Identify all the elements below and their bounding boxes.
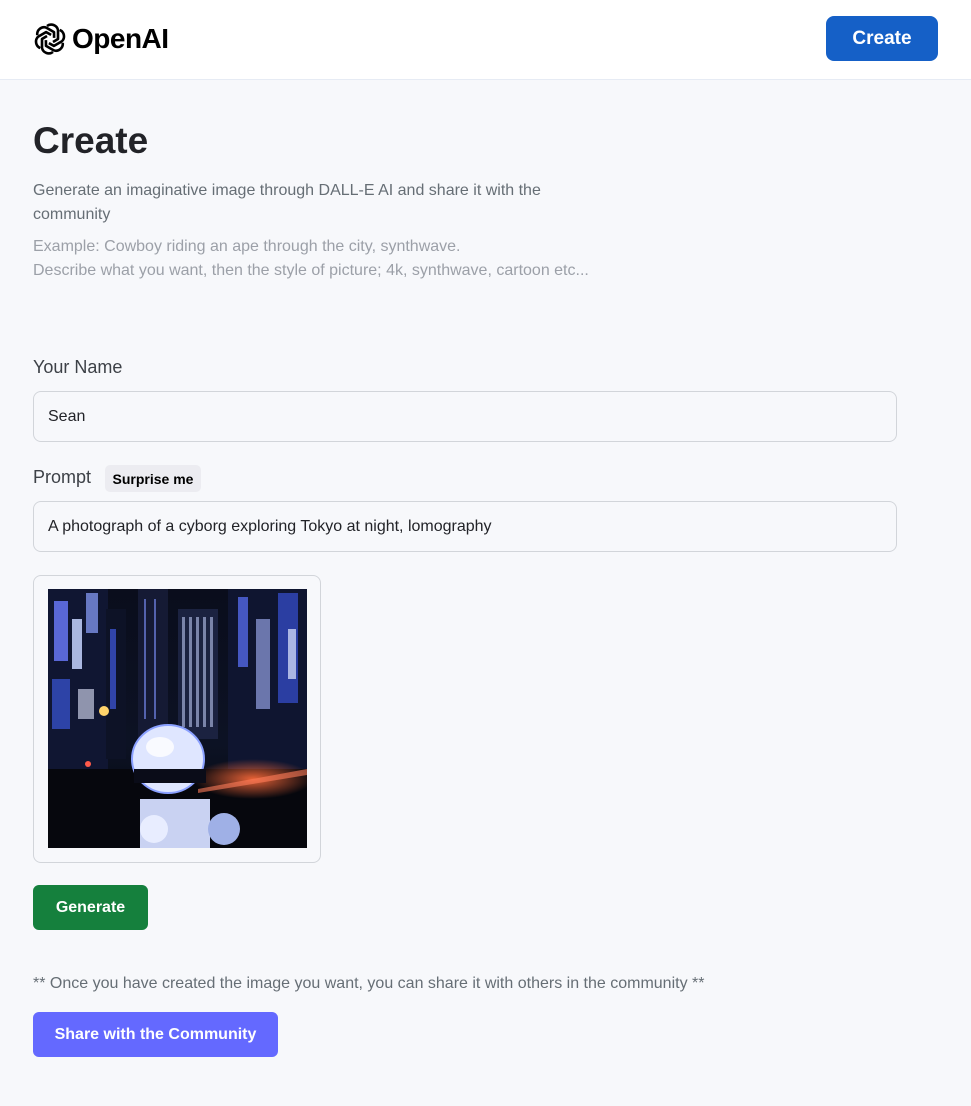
openai-logo[interactable]: OpenAI — [32, 21, 169, 57]
header: OpenAI Create — [0, 0, 971, 80]
prompt-input[interactable]: A photograph of a cyborg exploring Tokyo… — [33, 501, 897, 552]
header-create-button[interactable]: Create — [826, 16, 938, 61]
prompt-example: Example: Cowboy riding an ape through th… — [33, 235, 733, 283]
generated-image — [48, 589, 307, 848]
generated-image-frame — [33, 575, 321, 863]
example-line-2: Describe what you want, then the style o… — [33, 262, 589, 279]
generate-button[interactable]: Generate — [33, 885, 148, 930]
prompt-input-value: A photograph of a cyborg exploring Tokyo… — [48, 517, 492, 535]
share-community-button[interactable]: Share with the Community — [33, 1012, 278, 1057]
name-input[interactable]: Sean — [33, 391, 897, 442]
page-title: Create — [33, 120, 149, 161]
openai-logo-icon — [32, 21, 68, 57]
example-line-1: Example: Cowboy riding an ape through th… — [33, 238, 461, 255]
page-description: Generate an imaginative image through DA… — [33, 182, 541, 223]
name-label: Your Name — [33, 357, 123, 377]
logo-text: OpenAI — [72, 23, 169, 54]
share-note: ** Once you have created the image you w… — [33, 975, 705, 992]
name-input-value: Sean — [48, 407, 86, 425]
prompt-label: Prompt — [33, 467, 92, 487]
surprise-me-button[interactable]: Surprise me — [105, 465, 201, 492]
